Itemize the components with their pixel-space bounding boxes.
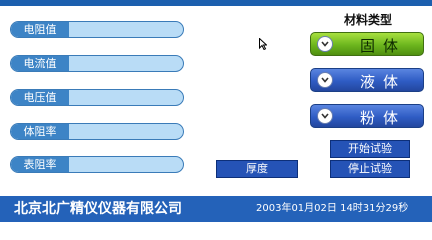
- volume-resistivity-value[interactable]: [71, 124, 175, 139]
- current-value[interactable]: [71, 56, 175, 71]
- current-field[interactable]: 电流值: [10, 55, 184, 72]
- thickness-button[interactable]: 厚度: [216, 160, 298, 178]
- status-bar: 北京北广精仪仪器有限公司 2003年01月02日 14时31分29秒: [0, 196, 432, 222]
- material-type-title: 材料类型: [344, 13, 393, 27]
- resistance-field[interactable]: 电阻值: [10, 21, 184, 38]
- company-name: 北京北广精仪仪器有限公司: [14, 201, 182, 217]
- top-bar: [0, 0, 432, 6]
- mouse-pointer-icon: [259, 38, 267, 50]
- stop-test-button[interactable]: 停止试验: [330, 160, 410, 178]
- surface-resistivity-field[interactable]: 表阻率: [10, 156, 184, 173]
- material-solid-label: 固体: [359, 37, 406, 55]
- resistance-label: 电阻值: [11, 22, 69, 37]
- voltage-field[interactable]: 电压值: [10, 89, 184, 106]
- material-liquid-label: 液体: [359, 73, 406, 91]
- surface-resistivity-value[interactable]: [71, 157, 175, 172]
- volume-resistivity-field[interactable]: 体阻率: [10, 123, 184, 140]
- current-label: 电流值: [11, 56, 69, 71]
- chevron-down-icon: [317, 36, 333, 52]
- start-test-button[interactable]: 开始试验: [330, 140, 410, 158]
- material-solid-button[interactable]: 固体: [310, 32, 424, 56]
- material-powder-label: 粉体: [359, 109, 406, 127]
- material-powder-button[interactable]: 粉体: [310, 104, 424, 128]
- material-liquid-button[interactable]: 液体: [310, 68, 424, 92]
- voltage-value[interactable]: [71, 90, 175, 105]
- voltage-label: 电压值: [11, 90, 69, 105]
- surface-resistivity-label: 表阻率: [11, 157, 69, 172]
- chevron-down-icon: [317, 108, 333, 124]
- volume-resistivity-label: 体阻率: [11, 124, 69, 139]
- resistance-value[interactable]: [71, 22, 175, 37]
- datetime-display: 2003年01月02日 14时31分29秒: [256, 203, 409, 214]
- chevron-down-icon: [317, 72, 333, 88]
